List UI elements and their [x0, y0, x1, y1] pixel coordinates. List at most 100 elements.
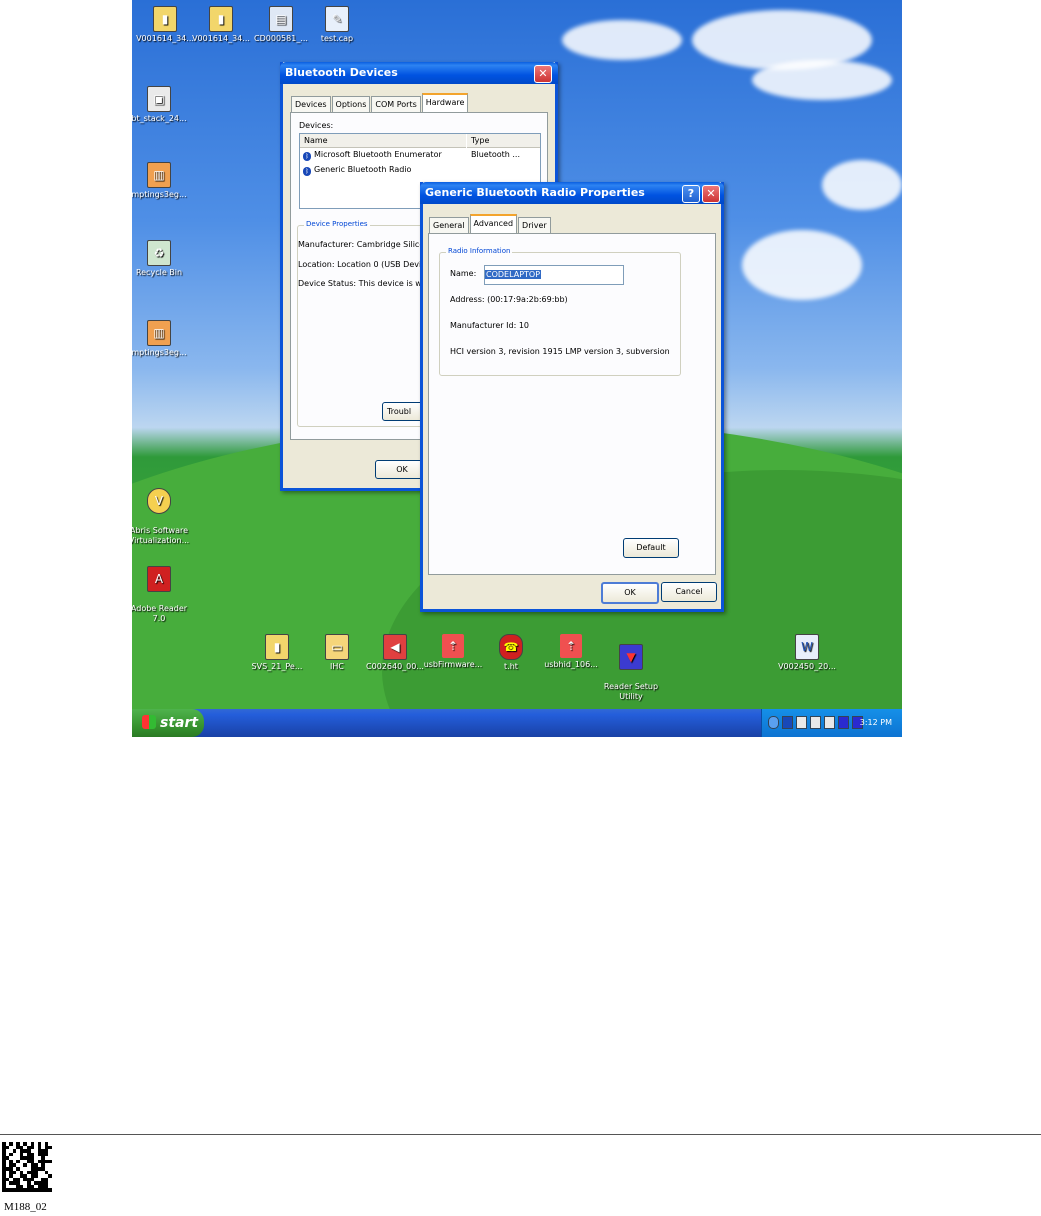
tab-general[interactable]: General	[429, 217, 469, 234]
network-icon[interactable]	[810, 716, 821, 729]
tab-advanced[interactable]: Advanced	[469, 214, 518, 234]
close-icon: ✕	[706, 187, 716, 200]
zip-folder-icon: ▮	[265, 634, 289, 660]
tab-strip: General Advanced Driver	[429, 214, 551, 234]
tab-driver[interactable]: Driver	[518, 217, 551, 234]
radio-information-group: Radio Information Name: CODELAPTOP Addre…	[439, 247, 681, 376]
table-row[interactable]: ᛒ Generic Bluetooth Radio	[303, 165, 411, 176]
desktop-icon-abris[interactable]: V Abris Software Virtualization...	[132, 478, 192, 546]
desktop-icon-reader-setup[interactable]: ▼ Reader Setup Utility	[598, 634, 664, 702]
windows-logo-icon	[142, 715, 156, 729]
desktop-icon-label: bt_stack_24...	[132, 114, 187, 123]
status-text: Device Status: This device is w	[298, 279, 422, 288]
desktop-icon-label: Adobe Reader 7.0	[132, 604, 188, 623]
desktop-icon-label: Abris Software Virtualization...	[132, 526, 190, 545]
desktop-icon-mptings-2[interactable]: ▥ mptings3eg...	[132, 320, 192, 358]
zip-folder-icon: ▮	[153, 6, 177, 32]
figure-id: M188_02	[4, 1201, 47, 1213]
desktop-icon-usbhid[interactable]: ⇡ usbhid_106...	[538, 634, 604, 670]
hci-version-text: HCI version 3, revision 1915 LMP version…	[450, 347, 670, 356]
word-document-icon: W	[795, 634, 819, 660]
package-icon: ▥	[147, 162, 171, 188]
cancel-button[interactable]: Cancel	[661, 582, 717, 602]
recycle-bin-icon: ♻	[147, 240, 171, 266]
tab-hardware[interactable]: Hardware	[421, 93, 469, 113]
tab-devices[interactable]: Devices	[291, 96, 331, 113]
taskbar: start 3:12 PM	[132, 709, 902, 737]
folder-icon: ▭	[325, 634, 349, 660]
row-name: Microsoft Bluetooth Enumerator	[314, 150, 442, 159]
desktop-icon-testcap[interactable]: ✎ test.cap	[304, 6, 370, 44]
desktop-icon-c002640[interactable]: ◀ C002640_00...	[362, 634, 428, 672]
start-button[interactable]: start	[132, 709, 204, 737]
desktop-icon-label: V001614_34...	[192, 34, 250, 43]
window-title: Generic Bluetooth Radio Properties	[425, 186, 645, 199]
group-title: Device Properties	[304, 220, 370, 228]
media-icon[interactable]	[838, 716, 849, 729]
cloud	[562, 20, 682, 60]
desktop-icon-v002450[interactable]: W V002450_20...	[774, 634, 840, 672]
row-type: Bluetooth ...	[471, 150, 521, 159]
file-icon: ✎	[325, 6, 349, 32]
footer-divider	[0, 1134, 1041, 1135]
desktop-icon-tht[interactable]: ☎ t.ht	[478, 634, 544, 672]
shortcut-app-icon: V	[147, 488, 171, 514]
desktop-icon-label: mptings3eg...	[132, 348, 187, 357]
installer-icon: ▣	[147, 86, 171, 112]
desktop-icon-label: usbFirmware...	[423, 660, 483, 669]
radio-properties-window: Generic Bluetooth Radio Properties ? ✕ G…	[420, 182, 724, 612]
security-icon[interactable]	[824, 716, 835, 729]
table-row[interactable]: ᛒ Microsoft Bluetooth Enumerator	[303, 150, 442, 161]
group-title: Radio Information	[446, 247, 513, 255]
column-header-type[interactable]: Type	[467, 134, 540, 148]
bluetooth-icon[interactable]	[782, 716, 793, 729]
bluetooth-icon: ᛒ	[303, 167, 311, 176]
chevron-left-icon[interactable]	[768, 716, 779, 729]
column-header-name[interactable]: Name	[300, 134, 466, 148]
close-button[interactable]: ✕	[534, 65, 552, 83]
desktop-icon-label: C002640_00...	[366, 662, 424, 671]
desktop-icon-label: CD000581_...	[254, 34, 308, 43]
desktop-icon-label: mptings3eg...	[132, 190, 187, 199]
desktop-icon-mptings-1[interactable]: ▥ mptings3eg...	[132, 162, 192, 200]
bluetooth-icon: ᛒ	[303, 152, 311, 161]
desktop-icon-recycle-bin[interactable]: ♻ Recycle Bin	[132, 240, 192, 278]
reader-setup-icon: ▼	[619, 644, 643, 670]
manufacturer-text: Manufacturer: Cambridge Silicor	[298, 240, 428, 249]
desktop-icon-label: t.ht	[504, 662, 518, 671]
desktop-icon-label: V001614_34...	[136, 34, 194, 43]
window-titlebar[interactable]: Generic Bluetooth Radio Properties ? ✕	[420, 182, 724, 204]
document-icon: ▤	[269, 6, 293, 32]
tab-options[interactable]: Options	[331, 96, 371, 113]
desktop-icon-label: usbhid_106...	[544, 660, 598, 669]
window-title: Bluetooth Devices	[285, 66, 398, 79]
screenshot: ▮ V001614_34... ▮ V001614_34... ▤ CD0005…	[132, 0, 902, 737]
desktop-icon-adobe-reader[interactable]: A Adobe Reader 7.0	[132, 556, 192, 624]
package-icon: ▥	[147, 320, 171, 346]
desktop-icon-ihc[interactable]: ▭ IHC	[304, 634, 370, 672]
manufacturer-id-text: Manufacturer Id: 10	[450, 321, 529, 330]
location-text: Location: Location 0 (USB Devi	[298, 260, 422, 269]
datamatrix-barcode-icon	[2, 1142, 52, 1192]
desktop-icon-bt-stack[interactable]: ▣ bt_stack_24...	[132, 86, 192, 124]
ok-button[interactable]: OK	[601, 582, 659, 604]
help-button[interactable]: ?	[682, 185, 700, 203]
cloud	[822, 160, 902, 210]
name-value: CODELAPTOP	[485, 270, 542, 279]
clock[interactable]: 3:12 PM	[860, 718, 892, 727]
name-input[interactable]: CODELAPTOP	[484, 265, 624, 285]
desktop-icon-label: Reader Setup Utility	[603, 682, 659, 701]
close-button[interactable]: ✕	[702, 185, 720, 203]
network-icon[interactable]	[796, 716, 807, 729]
desktop-icon-svs[interactable]: ▮ SVS_21_Pe...	[244, 634, 310, 672]
desktop-icon-usbfirmware[interactable]: ⇡ usbFirmware...	[420, 634, 486, 670]
desktop-icon-zip-2[interactable]: ▮ V001614_34...	[188, 6, 254, 44]
window-titlebar[interactable]: Bluetooth Devices ✕	[280, 62, 558, 84]
default-button[interactable]: Default	[623, 538, 679, 558]
row-name: Generic Bluetooth Radio	[314, 165, 412, 174]
zip-folder-icon: ▮	[209, 6, 233, 32]
desktop-icon-label: V002450_20...	[778, 662, 836, 671]
tab-strip: Devices Options COM Ports Hardware	[291, 93, 469, 113]
tab-com-ports[interactable]: COM Ports	[371, 96, 421, 113]
start-label: start	[160, 715, 199, 731]
